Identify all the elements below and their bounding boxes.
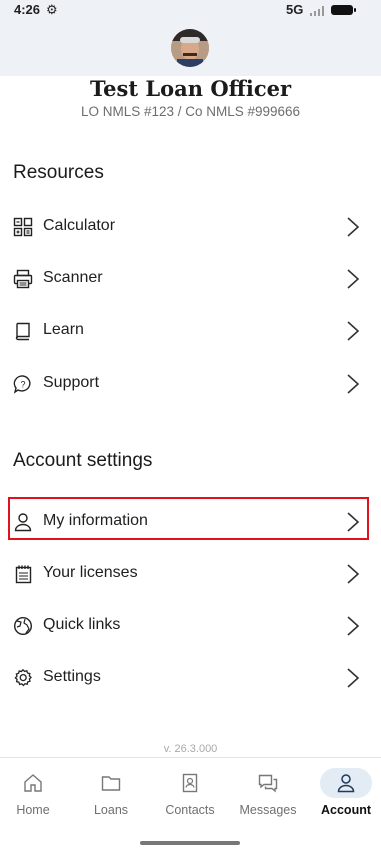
menu-item-label: Quick links [43, 616, 121, 633]
menu-item-my-information[interactable]: My information [0, 498, 381, 546]
menu-item-label: Settings [43, 668, 101, 685]
chevron-right-icon [347, 668, 360, 688]
gear-icon [14, 668, 32, 687]
chevron-right-icon [347, 512, 360, 532]
nav-label: Contacts [165, 803, 215, 817]
menu-item-label: Your licenses [43, 564, 138, 581]
avatar[interactable] [171, 29, 209, 67]
menu-item-label: My information [43, 512, 148, 529]
bottom-nav: Home Loans Contacts Messages Account [0, 757, 381, 854]
chevron-right-icon [347, 269, 360, 289]
account-icon [337, 774, 355, 793]
battery-icon [331, 5, 356, 15]
menu-item-your-licenses[interactable]: Your licenses [0, 550, 381, 598]
menu-item-learn[interactable]: Learn [0, 307, 381, 355]
nav-account[interactable]: Account [308, 758, 381, 830]
menu-item-settings[interactable]: Settings [0, 654, 381, 702]
menu-item-label: Calculator [43, 217, 116, 234]
chevron-right-icon [347, 564, 360, 584]
network-type: 5G [286, 2, 304, 17]
nav-messages[interactable]: Messages [230, 758, 306, 830]
menu-item-label: Learn [43, 321, 84, 338]
menu-item-quick-links[interactable]: Quick links [0, 602, 381, 650]
chevron-right-icon [347, 217, 360, 237]
home-icon [24, 774, 42, 792]
chevron-right-icon [347, 616, 360, 636]
user-icon [14, 513, 32, 532]
license-icon [15, 565, 32, 584]
nav-label: Loans [93, 803, 129, 817]
nmls-info: LO NMLS #123 / Co NMLS #999666 [80, 104, 301, 119]
chevron-right-icon [347, 374, 360, 394]
menu-item-calculator[interactable]: Calculator [0, 203, 381, 251]
calculator-icon [13, 217, 33, 237]
support-chat-icon: ? [13, 375, 31, 394]
menu-item-label: Support [43, 374, 100, 391]
nav-loans[interactable]: Loans [73, 758, 149, 830]
status-gear-icon: ⚙ [46, 2, 58, 17]
globe-icon [13, 616, 33, 636]
account-settings-heading: Account settings [13, 450, 153, 471]
chevron-right-icon [347, 321, 360, 341]
book-icon [15, 322, 30, 341]
nav-contacts[interactable]: Contacts [152, 758, 228, 830]
contacts-icon [182, 773, 198, 793]
nav-label: Messages [239, 803, 297, 817]
signal-icon [310, 6, 324, 16]
menu-item-label: Scanner [43, 269, 103, 286]
printer-icon [13, 269, 33, 289]
nav-home[interactable]: Home [0, 758, 71, 830]
svg-text:?: ? [20, 380, 25, 390]
app-version: v. 26.3.000 [163, 743, 218, 755]
gesture-bar [140, 841, 240, 845]
profile-name: Test Loan Officer [89, 76, 292, 101]
menu-item-scanner[interactable]: Scanner [0, 255, 381, 303]
resources-heading: Resources [13, 162, 104, 183]
menu-item-support[interactable]: ? Support [0, 360, 381, 408]
status-time: 4:26 [14, 2, 41, 17]
nav-label: Home [16, 803, 50, 817]
messages-icon [258, 774, 278, 793]
nav-label: Account [321, 803, 371, 817]
folder-icon [101, 776, 121, 791]
